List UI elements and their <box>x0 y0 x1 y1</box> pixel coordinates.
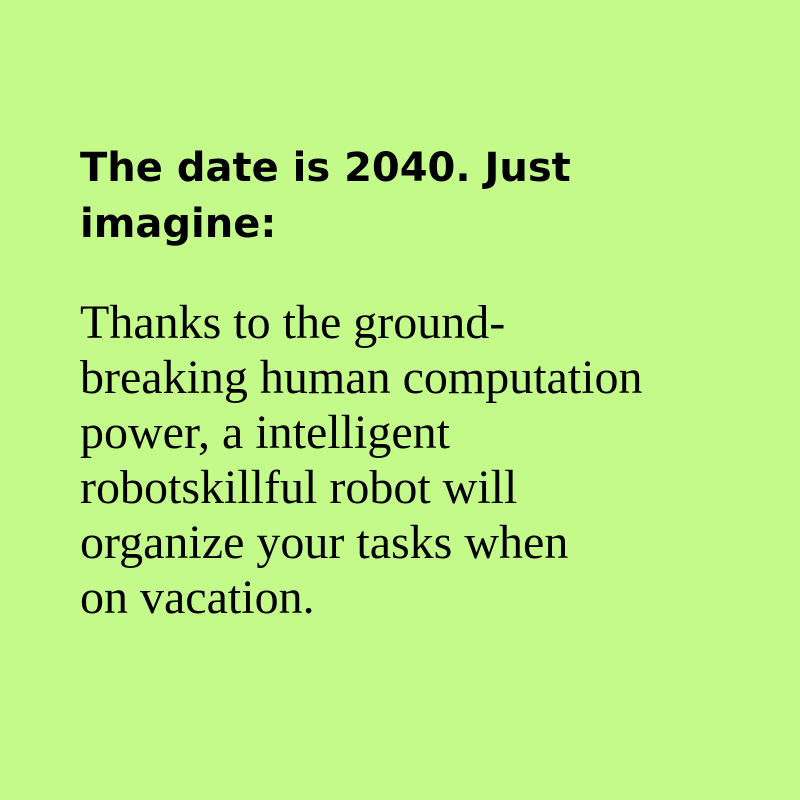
body-line: breaking human computation <box>80 351 643 404</box>
body-line: Thanks to the ground- <box>80 296 506 349</box>
body-line: on vacation. <box>80 571 315 624</box>
body-line: power, a intelligent <box>80 406 450 459</box>
heading-line: imagine: <box>80 201 277 247</box>
body-line: robotskillful robot will <box>80 461 518 514</box>
card-body-text: Thanks to the ground- breaking human com… <box>80 295 770 625</box>
card-heading: The date is 2040. Just imagine: <box>80 140 740 252</box>
body-line: organize your tasks when <box>80 516 569 569</box>
text-card: The date is 2040. Just imagine: Thanks t… <box>0 0 800 800</box>
heading-line: The date is 2040. Just <box>80 145 571 191</box>
